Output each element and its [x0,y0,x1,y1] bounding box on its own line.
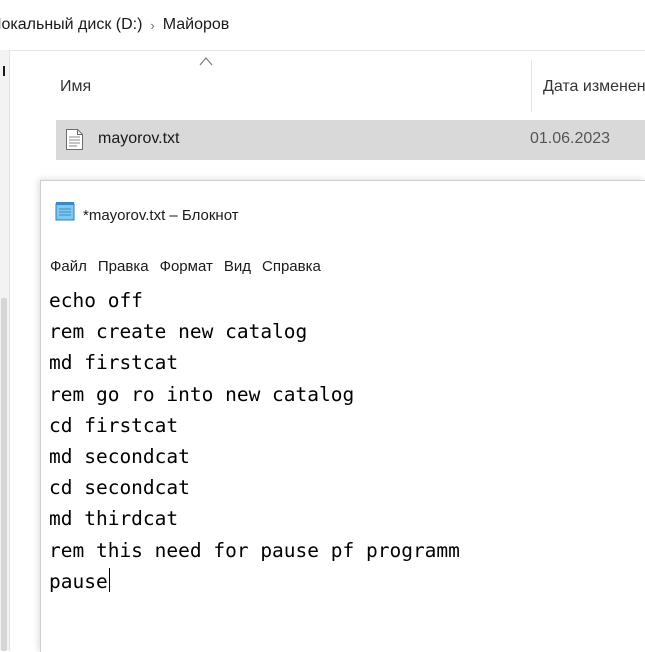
text-editor-area[interactable]: echo off rem create new catalog md first… [49,285,645,652]
column-header-row: Имя Дата изменения [42,56,645,118]
text-line-content: pause [49,569,108,593]
menu-edit[interactable]: Правка [95,258,152,275]
file-name: mayorov.txt [98,130,180,147]
menu-format[interactable]: Формат [157,258,216,275]
chevron-up-icon[interactable] [199,56,213,66]
text-line: md firstcat [49,351,179,375]
text-line: md thirdcat [49,507,179,531]
column-header-name[interactable]: Имя [60,78,91,96]
file-row[interactable]: mayorov.txt 01.06.2023 [56,120,645,160]
menu-help[interactable]: Справка [259,258,324,275]
text-line: rem this need for pause pf programm [49,538,460,562]
file-date: 01.06.2023 [530,130,611,147]
nav-pane-marker [3,66,5,76]
column-header-date[interactable]: Дата изменения [543,78,645,96]
text-line: cd firstcat [49,413,179,437]
notepad-titlebar[interactable]: *mayorov.txt – Блокнот [41,181,645,253]
window-title: *mayorov.txt – Блокнот [83,207,239,224]
notepad-window: *mayorov.txt – Блокнот Файл Правка Форма… [40,180,645,652]
menu-bar: Файл Правка Формат Вид Справка [41,253,645,279]
breadcrumb: Локальный диск (D:) › Майоров [0,0,645,51]
text-line: cd secondcat [49,476,190,500]
text-line: echo off [49,289,143,312]
chevron-right-icon: › [150,17,155,33]
notepad-icon [55,202,75,221]
text-line: md secondcat [49,444,190,468]
navigation-pane-edge [0,50,10,651]
text-line-last: pause [49,566,645,597]
breadcrumb-item-folder[interactable]: Майоров [163,16,230,34]
text-file-icon [66,129,83,150]
menu-file[interactable]: Файл [47,258,90,275]
column-divider[interactable] [531,60,532,112]
text-line: rem create new catalog [49,320,308,344]
text-line: rem go ro into new catalog [49,382,355,406]
text-caret [108,567,111,592]
nav-pane-scrollbar[interactable] [1,298,7,651]
breadcrumb-item-drive[interactable]: Локальный диск (D:) [0,16,142,34]
menu-view[interactable]: Вид [221,258,254,275]
